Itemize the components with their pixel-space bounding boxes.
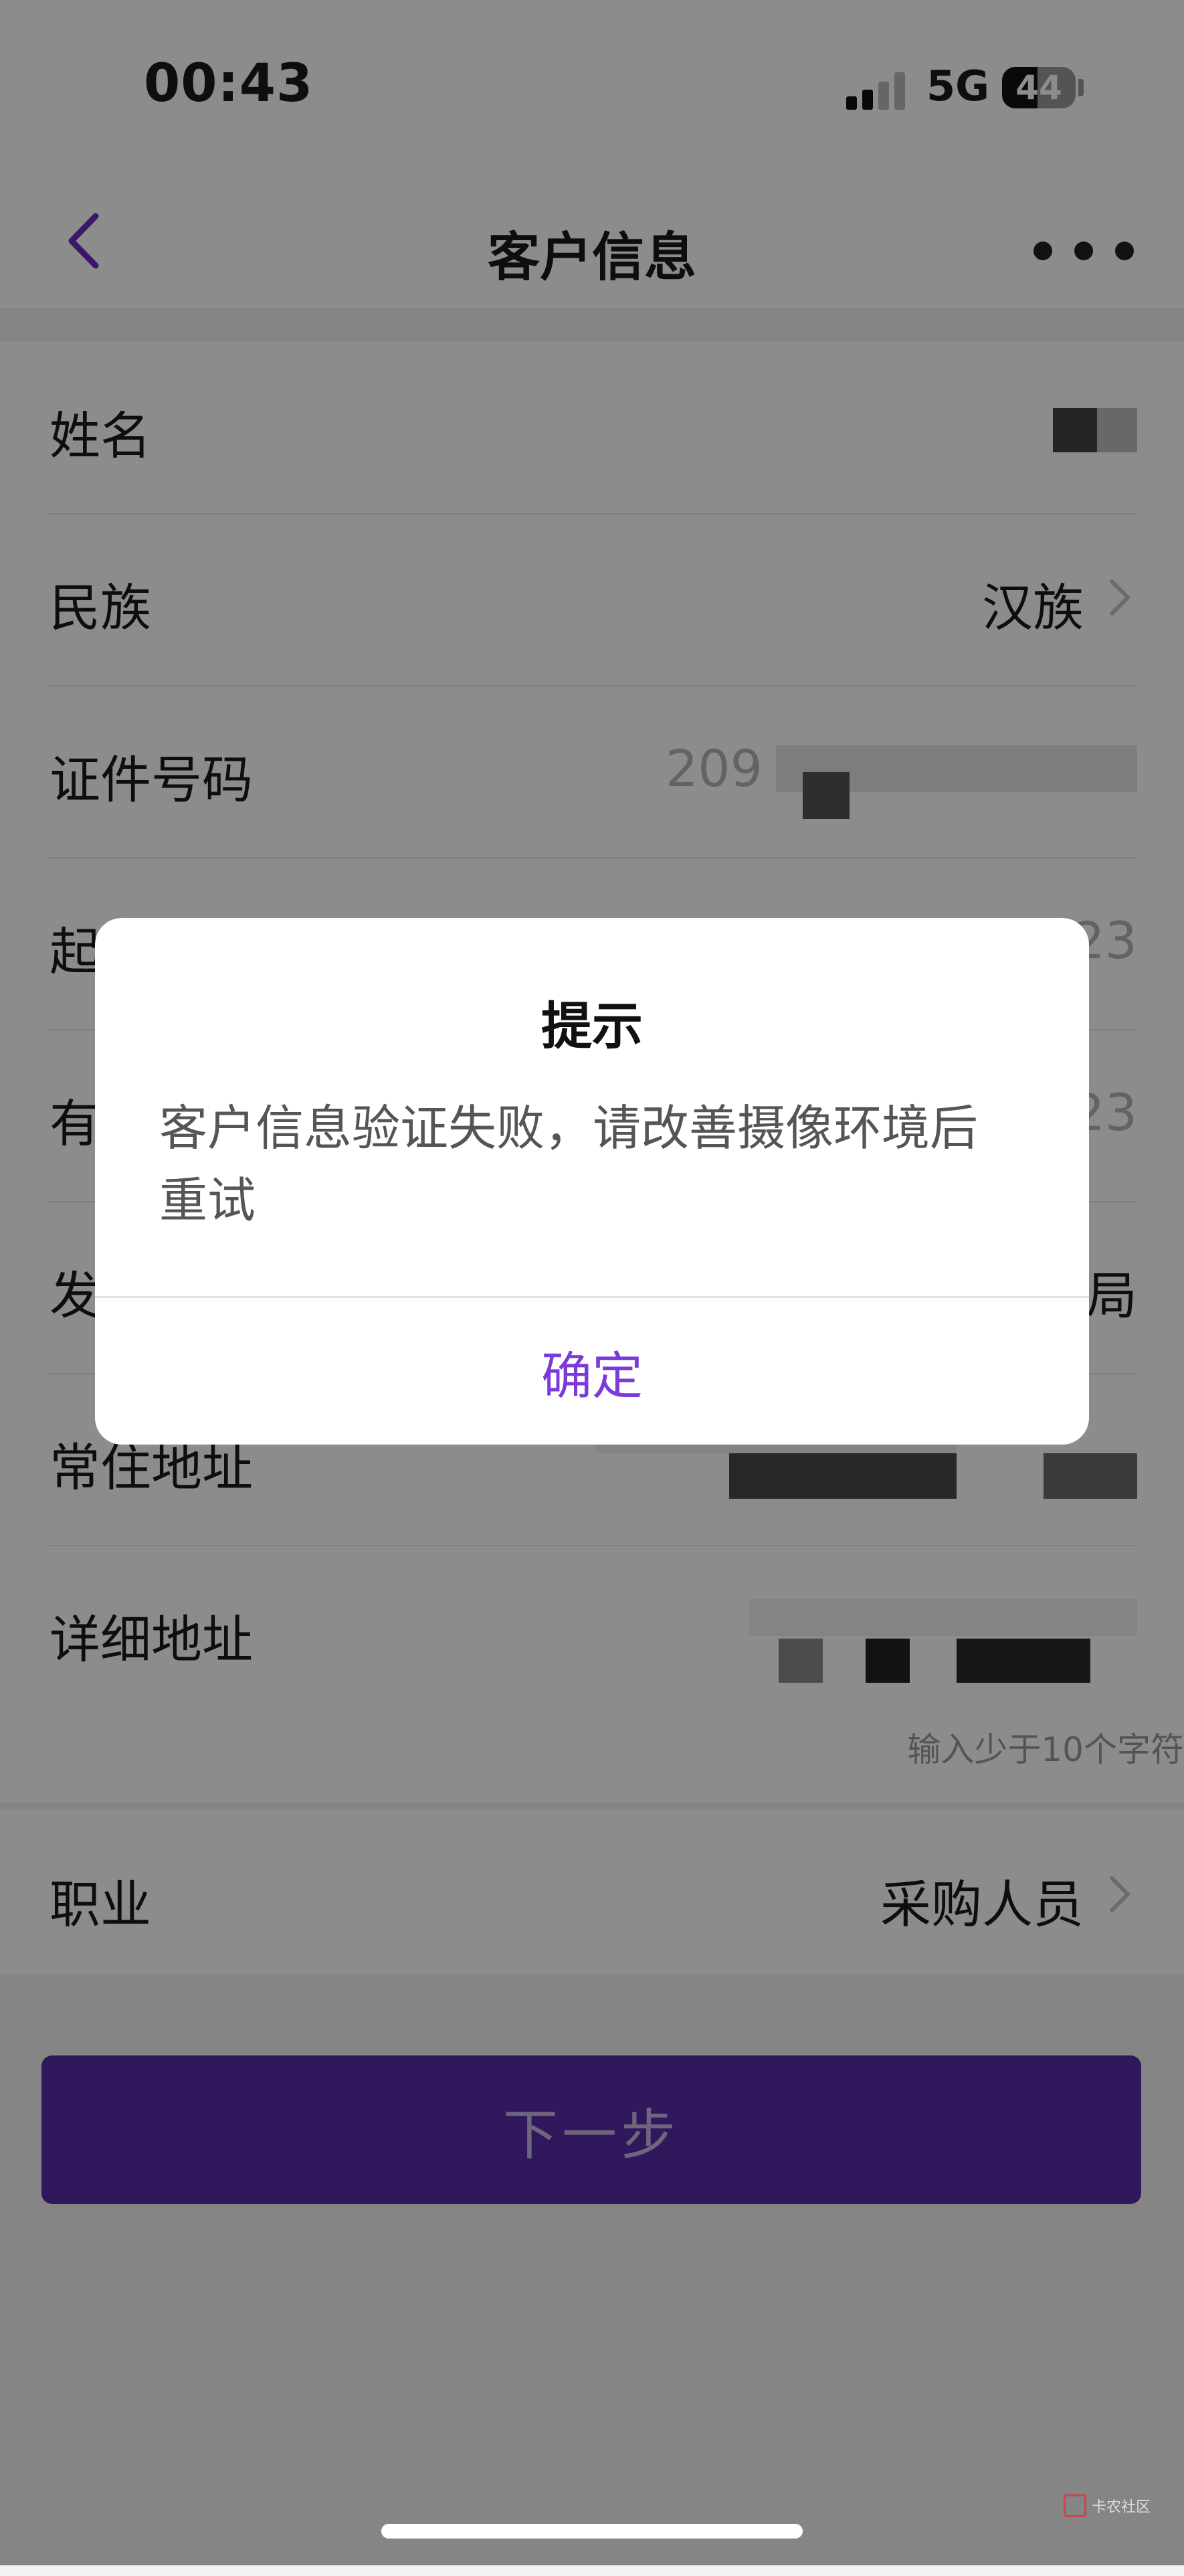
watermark-logo-icon xyxy=(1064,2494,1086,2517)
alert-dialog: 提示 客户信息验证失败，请改善摄像环境后重试 确定 xyxy=(95,918,1089,1445)
dialog-title: 提示 xyxy=(541,996,643,1056)
watermark-text: 卡农社区 xyxy=(1092,2499,1151,2516)
home-indicator[interactable] xyxy=(381,2524,803,2539)
confirm-button[interactable]: 确定 xyxy=(95,1298,1089,1445)
watermark: 卡农社区 xyxy=(1064,2494,1151,2517)
dialog-message: 客户信息验证失败，请改善摄像环境后重试 xyxy=(159,1100,979,1228)
